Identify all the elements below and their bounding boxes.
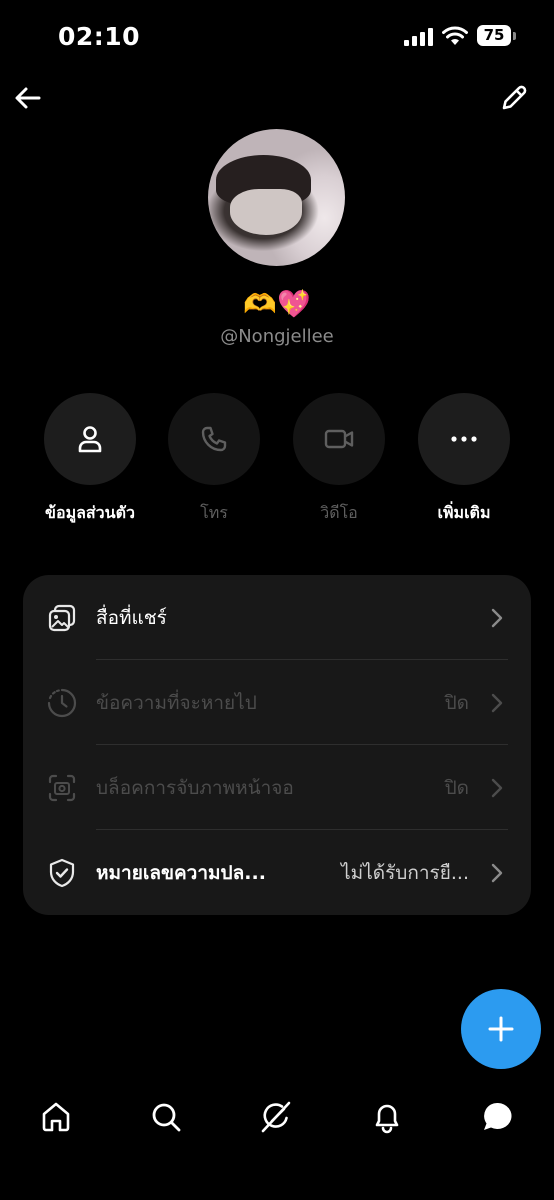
chat-settings-card: สื่อที่แชร์ ข้อความที่จะหายไป ปิด บล็อคก… [23, 575, 531, 915]
battery-nub [513, 32, 516, 40]
status-time: 02:10 [58, 22, 141, 51]
chevron-right-icon [491, 693, 503, 713]
shared-media-icon [48, 604, 76, 632]
avatar-face [230, 189, 302, 235]
status-bar: 02:10 75 [0, 0, 554, 76]
screenshot-icon [48, 774, 76, 802]
chevron-right-icon [491, 778, 503, 798]
security-number-value: ไม่ได้รับการยื... [341, 862, 469, 884]
profile-info-button[interactable]: ข้อมูลส่วนตัว [44, 393, 136, 526]
edit-button[interactable] [498, 82, 530, 114]
cellular-signal-icon [404, 28, 433, 46]
profile-info-circle[interactable] [44, 393, 136, 485]
profile-info-label: ข้อมูลส่วนตัว [45, 503, 135, 522]
person-icon [78, 426, 102, 453]
shared-media-row[interactable]: สื่อที่แชร์ [23, 575, 531, 660]
compose-fab[interactable] [461, 989, 541, 1069]
disappearing-messages-label: ข้อความที่จะหายไป [96, 692, 257, 714]
screenshot-block-row[interactable]: บล็อคการจับภาพหน้าจอ ปิด [23, 745, 531, 830]
more-circle[interactable] [418, 393, 510, 485]
arrow-left-icon [15, 87, 41, 109]
search-icon[interactable] [148, 1099, 184, 1135]
more-label: เพิ่มเติม [437, 503, 491, 522]
avatar[interactable] [208, 129, 345, 266]
call-circle[interactable] [168, 393, 260, 485]
battery-indicator: 75 [477, 25, 511, 46]
back-button[interactable] [12, 82, 44, 114]
pencil-icon [502, 85, 527, 110]
messages-icon[interactable] [480, 1099, 516, 1135]
call-button[interactable]: โทร [168, 393, 260, 526]
disappearing-messages-row[interactable]: ข้อความที่จะหายไป ปิด [23, 660, 531, 745]
shared-media-label: สื่อที่แชร์ [96, 607, 167, 629]
screenshot-block-label: บล็อคการจับภาพหน้าจอ [96, 777, 294, 799]
security-number-label: หมายเลขความปล... [96, 862, 266, 884]
security-number-row[interactable]: หมายเลขความปล... ไม่ได้รับการยื... [23, 830, 531, 915]
more-icon [451, 436, 477, 442]
disappearing-messages-value: ปิด [444, 692, 469, 714]
display-name: 🫶💖 [243, 289, 311, 320]
video-button[interactable]: วิดีโอ [293, 393, 385, 526]
bottom-tab-bar [0, 1085, 554, 1149]
chevron-right-icon [491, 863, 503, 883]
username: @Nongjellee [220, 326, 334, 347]
phone-icon [201, 426, 227, 452]
call-label: โทร [200, 503, 228, 522]
video-circle[interactable] [293, 393, 385, 485]
home-icon[interactable] [38, 1099, 74, 1135]
video-label: วิดีโอ [320, 503, 358, 522]
more-button[interactable]: เพิ่มเติม [418, 393, 510, 526]
video-icon [324, 429, 354, 449]
chevron-right-icon [491, 608, 503, 628]
plus-icon [488, 1016, 514, 1042]
grok-icon[interactable] [258, 1099, 294, 1135]
shield-check-icon [49, 858, 75, 888]
wifi-icon [442, 26, 468, 45]
screenshot-block-value: ปิด [444, 777, 469, 799]
bell-icon[interactable] [369, 1099, 405, 1135]
timer-icon [47, 688, 77, 718]
